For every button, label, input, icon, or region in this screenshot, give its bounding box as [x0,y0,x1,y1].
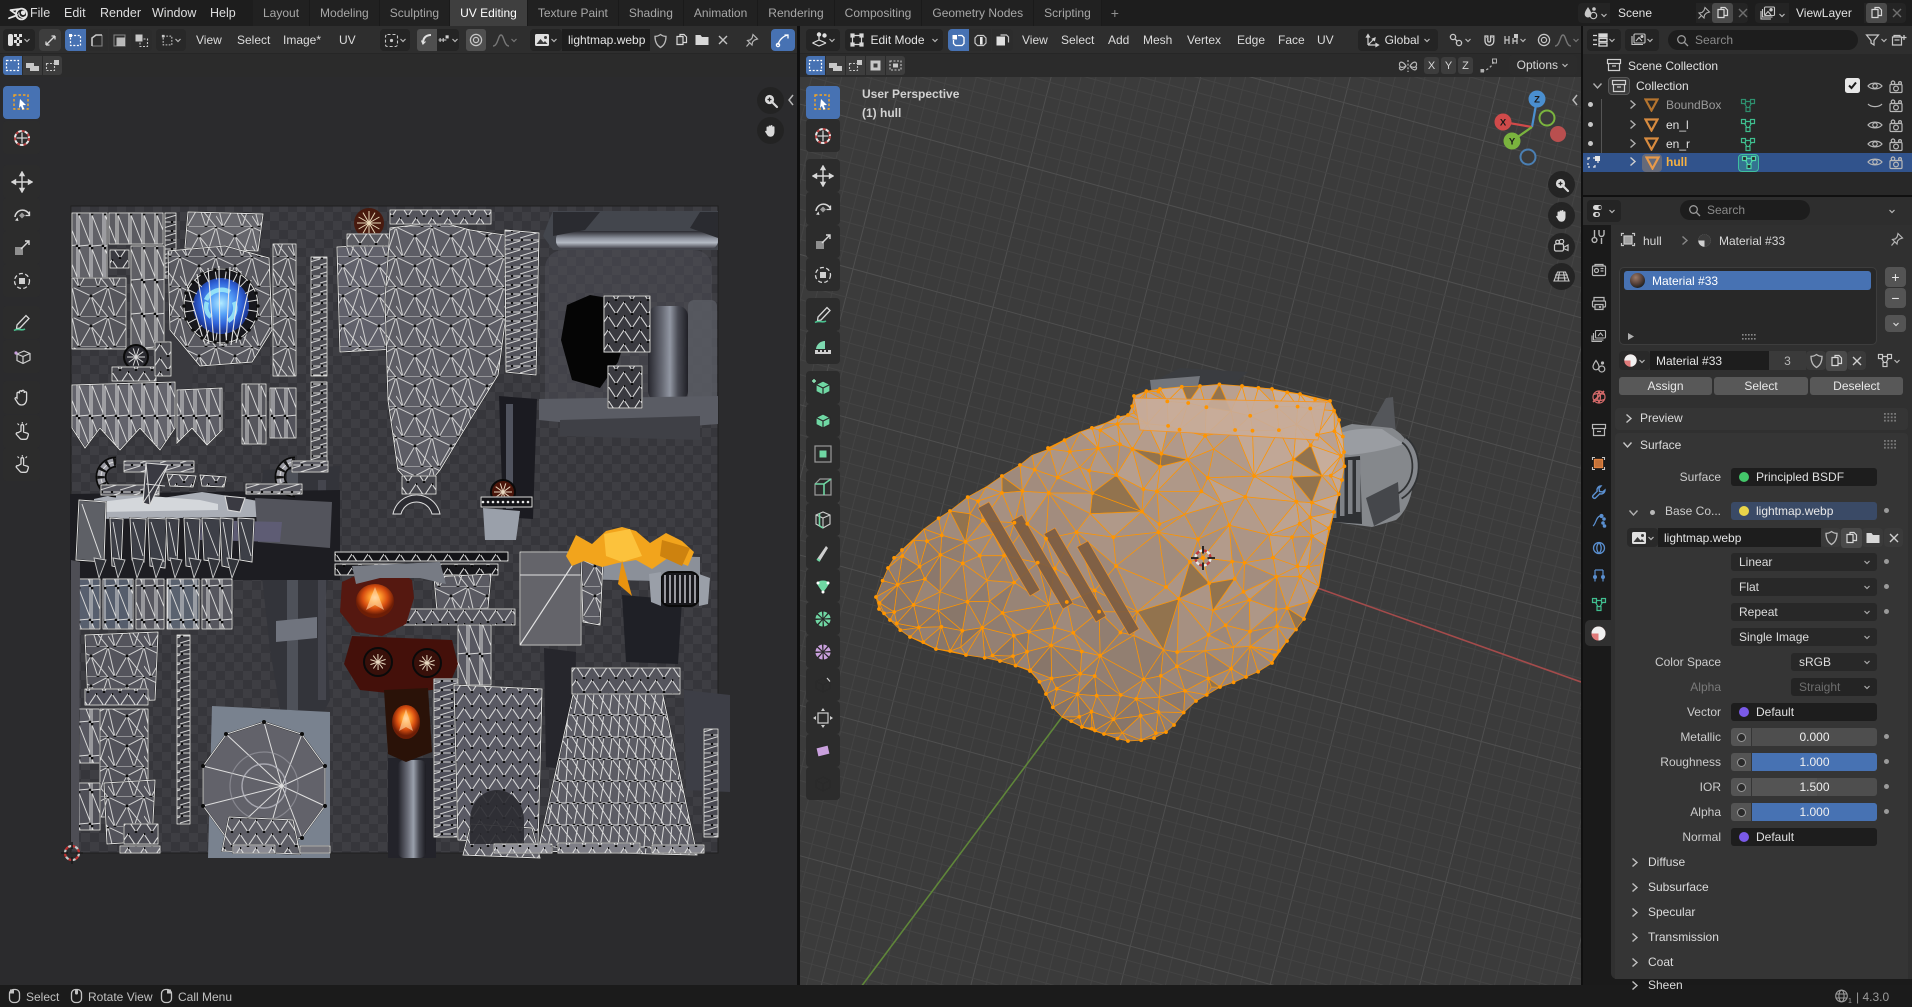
svg-text:Z: Z [1534,95,1540,106]
svg-text:Y: Y [1509,137,1516,148]
svg-text:1: 1 [1848,998,1852,1004]
svg-text:X: X [1500,118,1507,129]
